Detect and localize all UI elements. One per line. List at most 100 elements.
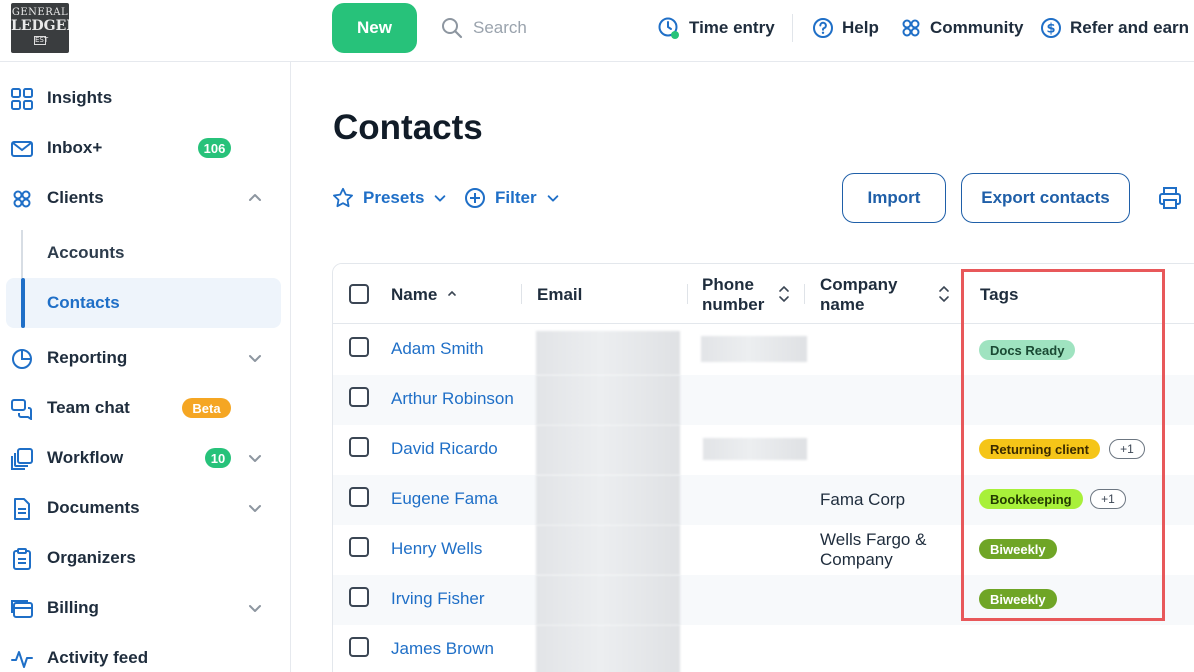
sort-icon[interactable] (938, 285, 950, 303)
sidebar-item-accounts[interactable]: Accounts (6, 228, 281, 278)
search-placeholder: Search (473, 18, 527, 37)
sidebar-item-workflow[interactable]: Workflow 10 (0, 438, 291, 478)
community-link[interactable]: Community (900, 14, 1024, 42)
chevron-down-icon[interactable] (247, 450, 263, 466)
inbox-count-badge: 106 (198, 138, 231, 158)
help-link[interactable]: Help (812, 14, 879, 42)
more-tags-chip[interactable]: +1 (1090, 489, 1126, 509)
column-header-name[interactable]: Name (391, 285, 458, 305)
community-icon (902, 19, 920, 37)
chevron-down-icon (547, 195, 558, 202)
time-entry-link[interactable]: Time entry (657, 14, 775, 42)
tag-chip[interactable]: Biweekly (979, 539, 1057, 559)
table-row[interactable]: Henry Wells Wells Fargo & Company Biweek… (333, 525, 1194, 575)
sidebar: Insights Inbox+ 106 Clients Accounts Con… (0, 62, 291, 672)
new-button[interactable]: New (332, 3, 417, 53)
column-header-phone[interactable]: Phone number (702, 275, 764, 315)
export-contacts-button[interactable]: Export contacts (961, 173, 1130, 223)
row-checkbox[interactable] (349, 387, 369, 407)
name-header-label: Name (391, 285, 438, 304)
workflow-count-badge: 10 (205, 448, 231, 468)
table-row[interactable]: Arthur Robinson (333, 375, 1194, 425)
contact-name-link[interactable]: Irving Fisher (391, 589, 485, 609)
column-header-tags[interactable]: Tags (980, 285, 1018, 305)
contact-name-link[interactable]: Adam Smith (391, 339, 484, 359)
contact-name-link[interactable]: Arthur Robinson (391, 389, 514, 409)
table-row[interactable]: Adam Smith Docs Ready (333, 325, 1194, 375)
table-row[interactable]: James Brown (333, 625, 1194, 672)
logo-line-1: GENERAL (11, 7, 69, 18)
contact-name-link[interactable]: Eugene Fama (391, 489, 498, 509)
tag-chip[interactable]: Docs Ready (979, 340, 1076, 360)
redacted-email (536, 625, 680, 672)
company-line-2: Company (820, 550, 893, 569)
star-icon (333, 187, 353, 208)
contact-name-link[interactable]: David Ricardo (391, 439, 498, 459)
sidebar-item-clients[interactable]: Clients (0, 178, 291, 218)
tag-chip[interactable]: Returning client (979, 439, 1100, 459)
row-checkbox[interactable] (349, 537, 369, 557)
logo-mark: EST (34, 36, 49, 45)
filter-button[interactable]: Filter (464, 186, 560, 210)
row-checkbox[interactable] (349, 487, 369, 507)
sidebar-item-activity-feed[interactable]: Activity feed (0, 638, 291, 672)
column-header-company[interactable]: Company name (820, 275, 897, 315)
print-icon[interactable] (1158, 186, 1182, 210)
filter-label: Filter (495, 188, 537, 207)
refer-link[interactable]: $ Refer and earn (1040, 14, 1189, 42)
redacted-email (536, 425, 680, 475)
chat-icon (11, 399, 32, 420)
sidebar-label-documents: Documents (47, 498, 140, 517)
sidebar-item-organizers[interactable]: Organizers (0, 538, 291, 578)
active-indicator (21, 278, 25, 328)
svg-text:$: $ (1046, 22, 1055, 37)
time-entry-label: Time entry (689, 18, 775, 37)
sidebar-item-inbox[interactable]: Inbox+ 106 (0, 128, 291, 168)
table-row[interactable]: David Ricardo Returning client +1 (333, 425, 1194, 475)
import-button[interactable]: Import (842, 173, 946, 223)
company-logo[interactable]: GENERAL LEDGER EST (11, 3, 69, 53)
redacted-email (536, 525, 680, 575)
tag-chip[interactable]: Biweekly (979, 589, 1057, 609)
sidebar-label-clients: Clients (47, 188, 104, 207)
more-tags-chip[interactable]: +1 (1109, 439, 1145, 459)
presets-button[interactable]: Presets (332, 186, 447, 210)
sidebar-item-billing[interactable]: Billing (0, 588, 291, 628)
sidebar-label-activity-feed: Activity feed (47, 648, 149, 667)
row-checkbox[interactable] (349, 587, 369, 607)
sidebar-item-contacts[interactable]: Contacts (6, 278, 281, 328)
redacted-phone (701, 336, 807, 362)
clients-icon (13, 190, 31, 208)
chevron-down-icon[interactable] (247, 600, 263, 616)
tag-chip[interactable]: Bookkeeping (979, 489, 1083, 509)
sidebar-item-insights[interactable]: Insights (0, 78, 291, 118)
mail-icon (11, 141, 33, 157)
sort-icon[interactable] (778, 285, 790, 303)
row-checkbox[interactable] (349, 337, 369, 357)
chevron-down-icon[interactable] (247, 350, 263, 366)
chevron-up-icon[interactable] (247, 190, 263, 206)
sort-asc-icon (448, 290, 456, 296)
phone-header-line-1: Phone (702, 275, 754, 294)
row-checkbox[interactable] (349, 437, 369, 457)
billing-icon (11, 600, 33, 618)
table-header: Name Email Phone number Company name Tag… (333, 264, 1194, 324)
presets-label: Presets (363, 188, 425, 207)
column-divider (962, 284, 963, 304)
select-all-checkbox[interactable] (349, 284, 369, 304)
search-box[interactable]: Search (441, 14, 527, 42)
chevron-down-icon[interactable] (247, 500, 263, 516)
sidebar-item-documents[interactable]: Documents (0, 488, 291, 528)
company-line-1: Wells Fargo & (820, 530, 927, 549)
sidebar-item-team-chat[interactable]: Team chat Beta (0, 388, 291, 428)
contact-name-link[interactable]: James Brown (391, 639, 494, 659)
contact-name-link[interactable]: Henry Wells (391, 539, 482, 559)
row-checkbox[interactable] (349, 637, 369, 657)
table-row[interactable]: Irving Fisher Biweekly (333, 575, 1194, 625)
table-row[interactable]: Eugene Fama Fama Corp Bookkeeping +1 (333, 475, 1194, 525)
topbar-divider (792, 14, 793, 42)
redacted-email (536, 375, 680, 425)
company-cell: Fama Corp (820, 490, 906, 509)
column-header-email[interactable]: Email (537, 285, 582, 305)
sidebar-item-reporting[interactable]: Reporting (0, 338, 291, 378)
